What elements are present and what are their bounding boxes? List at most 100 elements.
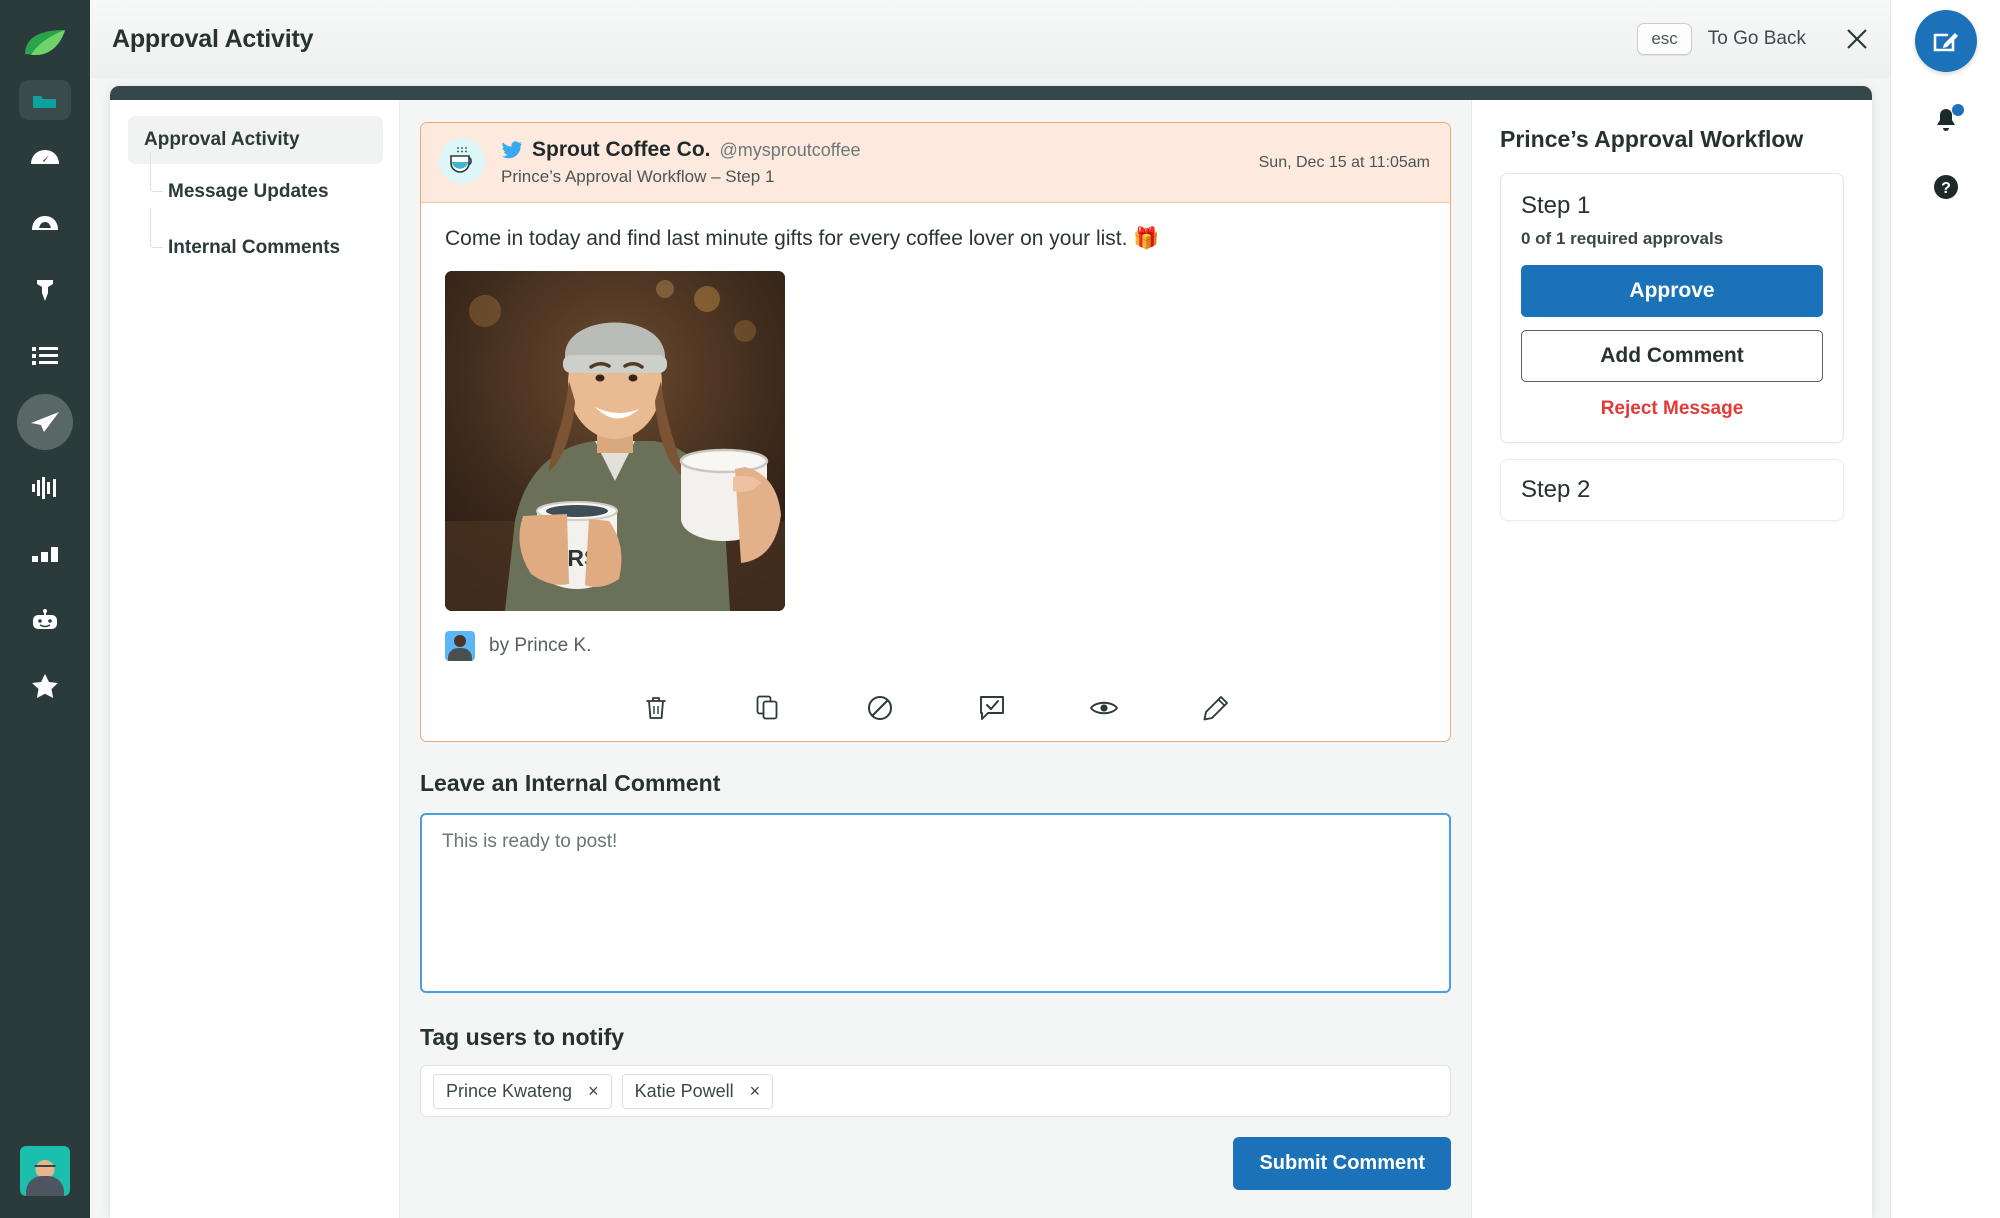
approve-comment-action[interactable]: [936, 695, 1048, 721]
compose-button[interactable]: [1914, 10, 1977, 72]
primary-sidebar: [0, 0, 90, 1218]
message-card: Sprout Coffee Co. @mysproutcoffee Prince…: [420, 122, 1451, 743]
sidebar-item-message-updates[interactable]: Message Updates: [150, 152, 383, 220]
message-card-header: Sprout Coffee Co. @mysproutcoffee Prince…: [421, 123, 1450, 203]
star-icon: [32, 674, 58, 698]
sidebar-item-inbox-folder[interactable]: [19, 80, 71, 120]
sprout-logo-icon[interactable]: [22, 20, 68, 66]
tag-users-input[interactable]: Prince Kwateng × Katie Powell ×: [420, 1065, 1451, 1118]
tag-pill[interactable]: Katie Powell ×: [621, 1073, 774, 1109]
modal-top-bar: [110, 86, 1872, 100]
notification-dot: [1951, 104, 1964, 116]
photo-thumbnail: MRS.: [445, 271, 785, 612]
page-header: Approval Activity esc To Go Back: [90, 0, 1890, 78]
brand-handle: @mysproutcoffee: [719, 139, 861, 160]
folder-icon: [33, 96, 56, 108]
tag-users-title: Tag users to notify: [420, 1024, 625, 1051]
author-avatar-body: [448, 648, 472, 662]
comment-check-icon: [979, 696, 1004, 721]
message-workflow-step: Prince’s Approval Workflow – Step 1: [501, 167, 775, 186]
message-timestamp: Sun, Dec 15 at 11:05am: [1258, 154, 1430, 171]
submit-comment-button[interactable]: Submit Comment: [1233, 1137, 1451, 1191]
duplicate-action[interactable]: [712, 695, 824, 721]
add-comment-button[interactable]: Add Comment: [1521, 330, 1823, 382]
sidebar-item-publishing[interactable]: [17, 394, 73, 450]
brand-avatar: [439, 138, 485, 184]
author-avatar: [445, 631, 475, 662]
workflow-step-1-card: Step 1 0 of 1 required approvals Approve…: [1500, 173, 1844, 443]
sidebar-item-listening[interactable]: [17, 460, 73, 516]
tag-pill-label: Prince Kwateng: [446, 1080, 573, 1101]
twitter-icon: [501, 141, 523, 159]
speedometer-icon: [31, 150, 59, 164]
compose-icon: [1933, 33, 1958, 52]
edit-action[interactable]: [1160, 695, 1272, 721]
submit-comment-row: Submit Comment: [420, 1137, 1451, 1191]
esc-key-badge[interactable]: esc: [1637, 23, 1692, 55]
author-avatar-head: [454, 635, 466, 648]
workflow-title: Prince’s Approval Workflow: [1500, 126, 1804, 152]
step-1-title: Step 1: [1521, 192, 1591, 219]
modal-body: Approval Activity Message Updates Intern…: [110, 86, 1872, 1218]
coffee-cup-icon: [450, 147, 472, 173]
paper-plane-icon: [31, 412, 59, 432]
svg-text:?: ?: [1941, 180, 1951, 197]
help-circle-icon: ?: [1933, 175, 1958, 199]
step-1-subtitle: 0 of 1 required approvals: [1521, 229, 1724, 248]
sidebar-item-reports[interactable]: [17, 526, 73, 582]
message-card-identity-row: Sprout Coffee Co. @mysproutcoffee: [501, 138, 861, 162]
sidebar-item-tasks[interactable]: [17, 328, 73, 384]
workflow-step-2-card[interactable]: Step 2: [1500, 459, 1844, 521]
message-card-body: Come in today and find last minute gifts…: [421, 203, 1450, 671]
tag-pill-label: Katie Powell: [634, 1080, 734, 1101]
message-photo: MRS.: [445, 271, 785, 612]
eye-icon: [1089, 702, 1118, 715]
tag-remove-icon[interactable]: ×: [588, 1082, 599, 1100]
bar-chart-icon: [32, 547, 58, 562]
app-root: Approval Activity esc To Go Back ? Appro…: [0, 0, 2000, 1218]
approval-activity-modal: Approval Activity Message Updates Intern…: [110, 86, 1872, 1218]
sidebar-item-reviews[interactable]: [17, 658, 73, 714]
sidebar-item-smart-inbox[interactable]: [17, 196, 73, 252]
trash-icon: [645, 697, 666, 720]
message-author: by Prince K.: [445, 631, 1426, 662]
sidebar-item-bot[interactable]: [17, 592, 73, 648]
approval-workflow-panel: Prince’s Approval Workflow Step 1 0 of 1…: [1472, 100, 1872, 1218]
delete-action[interactable]: [600, 695, 712, 721]
list-icon: [32, 347, 58, 365]
sidebar-item-approval-activity[interactable]: Approval Activity: [128, 116, 383, 164]
modal-main-content: Sprout Coffee Co. @mysproutcoffee Prince…: [400, 100, 1472, 1218]
sidebar-nav-list: [17, 80, 73, 724]
robot-icon: [33, 609, 57, 629]
modal-sidebar: Approval Activity Message Updates Intern…: [110, 100, 400, 1218]
copy-icon: [756, 695, 777, 720]
message-actions-toolbar: [421, 679, 1450, 741]
preview-action[interactable]: [1048, 698, 1160, 718]
close-button[interactable]: [1846, 28, 1868, 50]
go-back-label: To Go Back: [1707, 28, 1806, 49]
tag-pill[interactable]: Prince Kwateng ×: [433, 1073, 612, 1109]
waveform-icon: [32, 477, 56, 499]
message-text: Come in today and find last minute gifts…: [445, 227, 1160, 250]
pencil-icon: [1203, 696, 1228, 721]
internal-comment-input[interactable]: [420, 813, 1451, 994]
avatar-body: [26, 1176, 64, 1196]
sidebar-item-dashboard[interactable]: [17, 130, 73, 186]
no-entry-icon: [867, 696, 892, 721]
reject-message-link[interactable]: Reject Message: [1521, 398, 1823, 420]
message-card-identity: Sprout Coffee Co. @mysproutcoffee Prince…: [501, 138, 861, 187]
internal-comment-title: Leave an Internal Comment: [420, 770, 721, 797]
user-avatar[interactable]: [20, 1146, 70, 1196]
help-button[interactable]: ?: [1929, 170, 1963, 204]
inbox-icon: [32, 216, 58, 230]
author-name: by Prince K.: [489, 635, 592, 657]
block-action[interactable]: [824, 695, 936, 721]
close-icon: [1847, 29, 1867, 49]
approve-button[interactable]: Approve: [1521, 265, 1823, 317]
notifications-button[interactable]: [1929, 104, 1964, 138]
sidebar-item-pinned[interactable]: [17, 262, 73, 318]
modal-sidebar-sublist: Message Updates Internal Comments: [128, 152, 383, 276]
avatar-glasses: [34, 1165, 56, 1170]
sidebar-item-internal-comments[interactable]: Internal Comments: [150, 208, 383, 276]
tag-remove-icon[interactable]: ×: [750, 1082, 761, 1100]
